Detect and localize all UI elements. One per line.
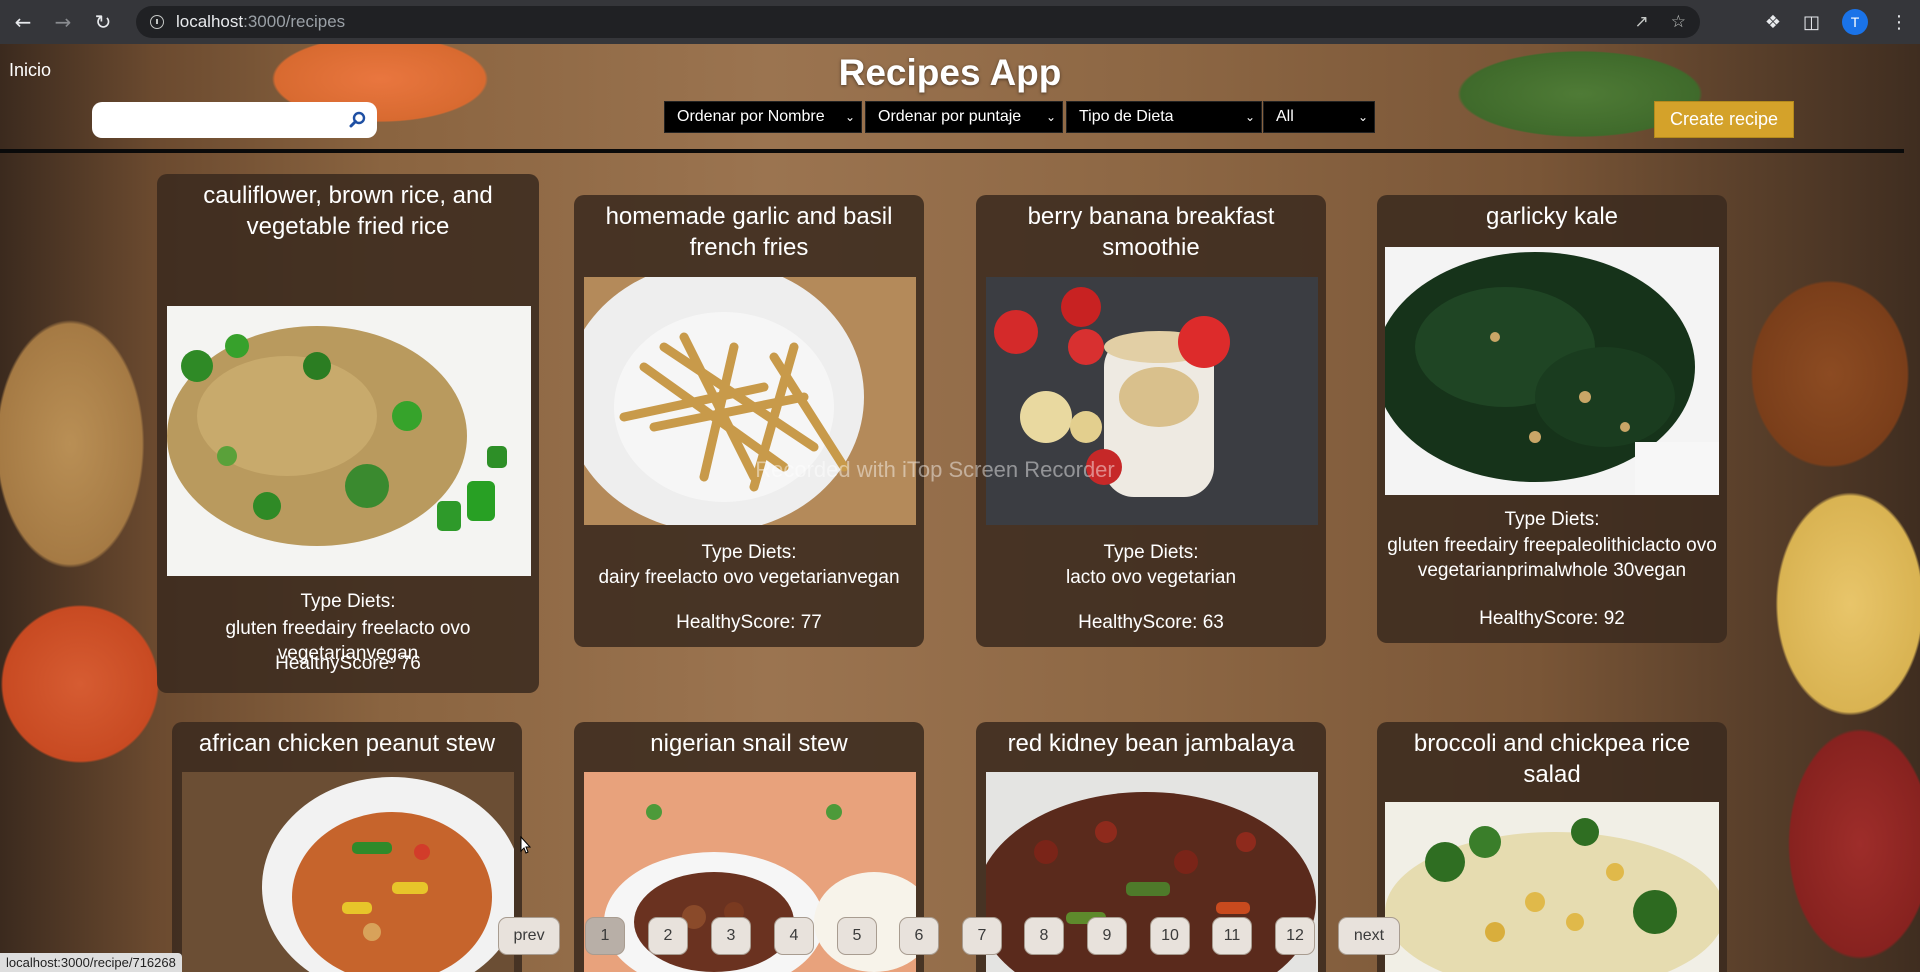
diets-label: Type Diets:	[701, 542, 797, 563]
search-input[interactable]	[102, 105, 342, 135]
recipe-image[interactable]	[986, 277, 1318, 525]
healthy-score: HealthyScore: 76	[275, 653, 421, 674]
page-button-1[interactable]: 1	[585, 917, 625, 955]
share-icon[interactable]: ↗	[1635, 12, 1649, 32]
diets-value: gluten freedairy freepaleolithiclacto ov…	[1387, 535, 1717, 581]
healthy-score: HealthyScore: 63	[1078, 612, 1224, 633]
recipe-title: broccoli and chickpea rice salad	[1413, 730, 1691, 788]
page-button-9[interactable]: 9	[1087, 917, 1127, 955]
diets-label: Type Diets:	[1103, 542, 1199, 563]
chevron-down-icon: ⌄	[1045, 110, 1056, 124]
page-button-4[interactable]: 4	[774, 917, 814, 955]
bookmark-star-icon[interactable]: ☆	[1671, 12, 1686, 32]
healthy-score: HealthyScore: 77	[676, 612, 822, 633]
back-icon[interactable]: ←	[6, 5, 40, 39]
address-url: localhost:3000/recipes	[176, 12, 346, 31]
diets-value: lacto ovo vegetarian	[1065, 567, 1237, 588]
recipe-title: red kidney bean jambalaya	[1007, 730, 1295, 757]
page-button-12[interactable]: 12	[1275, 917, 1315, 955]
profile-avatar[interactable]: T	[1842, 9, 1868, 35]
extensions-icon[interactable]: ❖	[1765, 12, 1781, 33]
menu-icon[interactable]: ⋮	[1890, 12, 1908, 33]
site-info-icon[interactable]	[150, 15, 164, 29]
recipes-page: Inicio Recipes App Ordenar por Nombre ⌄ O…	[0, 44, 1920, 972]
recipe-card[interactable]: garlicky kale Type Diets: gluten freedai…	[1377, 195, 1727, 643]
diets-label: Type Diets:	[1504, 509, 1600, 530]
prev-page-button[interactable]: prev	[498, 917, 560, 955]
recipe-title: nigerian snail stew	[650, 730, 848, 757]
recipe-card[interactable]: cauliflower, brown rice, and vegetable f…	[157, 174, 539, 693]
chevron-down-icon: ⌄	[1244, 110, 1255, 124]
chevron-down-icon: ⌄	[1357, 110, 1368, 124]
healthy-score: HealthyScore: 92	[1479, 608, 1625, 629]
page-button-5[interactable]: 5	[837, 917, 877, 955]
page-button-6[interactable]: 6	[899, 917, 939, 955]
page-title: Recipes App	[838, 52, 1062, 93]
recipe-title: homemade garlic and basil french fries	[605, 203, 893, 261]
page-button-8[interactable]: 8	[1024, 917, 1064, 955]
recipe-title: cauliflower, brown rice, and vegetable f…	[203, 182, 493, 240]
filter-bar: Ordenar por Nombre ⌄ Ordenar por puntaje ⌄…	[664, 101, 1375, 133]
sort-by-score-select[interactable]: Ordenar por puntaje ⌄	[865, 101, 1063, 133]
search-bar	[92, 102, 377, 138]
create-recipe-button[interactable]: Create recipe	[1654, 101, 1794, 138]
page-button-11[interactable]: 11	[1212, 917, 1252, 955]
page-button-7[interactable]: 7	[962, 917, 1002, 955]
diets-value: dairy freelacto ovo vegetarianvegan	[598, 567, 900, 588]
chevron-down-icon: ⌄	[844, 110, 855, 124]
next-page-button[interactable]: next	[1338, 917, 1400, 955]
header-divider	[0, 149, 1904, 153]
page-button-3[interactable]: 3	[711, 917, 751, 955]
sort-by-name-select[interactable]: Ordenar por Nombre ⌄	[664, 101, 862, 133]
status-bar-url: localhost:3000/recipe/716268	[0, 953, 182, 972]
diet-type-select[interactable]: Tipo de Dieta ⌄	[1066, 101, 1262, 133]
recipe-title: garlicky kale	[1485, 203, 1619, 230]
recipe-image[interactable]	[167, 306, 531, 576]
forward-icon[interactable]: →	[46, 5, 80, 39]
search-icon[interactable]	[345, 107, 371, 133]
side-panel-icon[interactable]: ◫	[1803, 12, 1820, 33]
recipe-card[interactable]: berry banana breakfast smoothie Type Die…	[976, 195, 1326, 647]
diets-label: Type Diets:	[300, 591, 396, 612]
page-button-2[interactable]: 2	[648, 917, 688, 955]
address-bar[interactable]: localhost:3000/recipes ↗ ☆	[136, 6, 1700, 38]
page-button-10[interactable]: 10	[1150, 917, 1190, 955]
mouse-cursor-icon	[520, 836, 532, 854]
recipe-title: african chicken peanut stew	[198, 730, 496, 757]
pagination: prev 1 2 3 4 5 6 7 8 9 10 11 12 next	[0, 917, 1920, 957]
recipe-title: berry banana breakfast smoothie	[1027, 203, 1275, 261]
diet-filter-select[interactable]: All ⌄	[1263, 101, 1375, 133]
recipe-image[interactable]	[584, 277, 916, 525]
recorder-watermark: Recorded with iTop Screen Recorder	[755, 457, 1115, 482]
browser-toolbar: ← → ↻ localhost:3000/recipes ↗ ☆ ❖ ◫ T ⋮	[0, 0, 1920, 44]
reload-icon[interactable]: ↻	[86, 5, 120, 39]
recipe-card[interactable]: homemade garlic and basil french fries T…	[574, 195, 924, 647]
